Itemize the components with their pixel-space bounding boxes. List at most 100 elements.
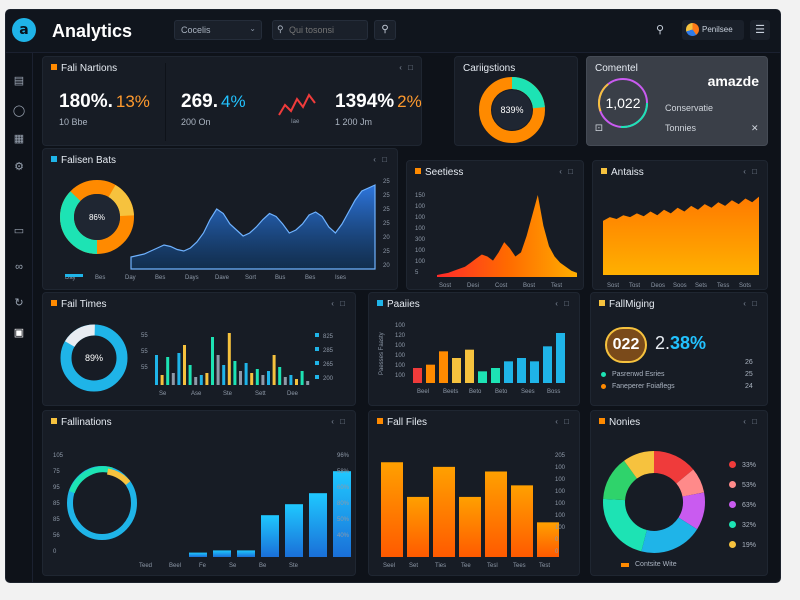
close-icon[interactable]: ✕ bbox=[751, 123, 759, 134]
wallet-icon[interactable]: ▤ bbox=[10, 72, 28, 90]
x-tick-label: Ste bbox=[223, 391, 233, 397]
bar bbox=[465, 349, 474, 383]
y-tick-label: 100 bbox=[415, 204, 426, 210]
paaiies-title: Paaiies bbox=[377, 299, 420, 310]
kpi-card: Fali Nartions ‹ □ 180%. 13% 10 Bbe 269. 4%… bbox=[42, 56, 422, 146]
legend-label: 32% bbox=[742, 522, 757, 529]
y-tick-label: 100 bbox=[415, 226, 426, 232]
card-controls[interactable]: ‹ □ bbox=[555, 417, 571, 426]
y-tick-label: 150 bbox=[415, 193, 426, 199]
kpi-title: Fali Nartions bbox=[51, 63, 117, 74]
legend-dot bbox=[729, 541, 736, 548]
legend-dot bbox=[729, 461, 736, 468]
x-tick-label: Days bbox=[185, 275, 199, 281]
fallmiging-right-label: 24 bbox=[745, 383, 753, 390]
profile-button[interactable]: Penilsee bbox=[682, 20, 744, 40]
kpi-sub-1: 10 Bbe bbox=[59, 117, 88, 127]
bar bbox=[216, 355, 220, 385]
card-controls[interactable]: ‹ □ bbox=[743, 299, 759, 308]
fall-files-chart: 20510010010010010010000Seel Set Ties Tee Tes… bbox=[381, 453, 566, 569]
legend-swatch bbox=[315, 361, 319, 365]
x-tick-label: Tee bbox=[461, 563, 471, 569]
card-controls[interactable]: ‹ □ bbox=[743, 167, 759, 176]
fallmiging-right-label: 26 bbox=[745, 359, 753, 366]
document-icon[interactable]: ▦ bbox=[10, 130, 28, 148]
y-tick-label: 100 bbox=[555, 525, 566, 531]
search-icon: ⚲ bbox=[277, 24, 284, 34]
card-controls[interactable]: ‹ □ bbox=[331, 417, 347, 426]
falsen-bats-title: Falisen Bats bbox=[51, 155, 116, 166]
search-button[interactable]: ⚲ bbox=[374, 20, 396, 40]
y-tick-label: 58% bbox=[337, 469, 350, 475]
x-tick-label: Sett bbox=[255, 391, 266, 397]
y-tick-label: 25 bbox=[383, 221, 390, 227]
nonies-card: Nonies ‹ □ 33% 53% 63% 32% 19% Contsite … bbox=[590, 410, 768, 576]
x-tick-label: Test bbox=[551, 283, 562, 289]
card-controls[interactable]: ‹ □ bbox=[331, 299, 347, 308]
global-search-icon[interactable]: ⚲ bbox=[656, 23, 664, 36]
kpi-delta: 2% bbox=[397, 92, 422, 111]
x-tick-label: Soos bbox=[673, 283, 687, 289]
pie-slice bbox=[641, 516, 698, 553]
y-tick-label: 25 bbox=[383, 193, 390, 199]
bar bbox=[255, 369, 259, 385]
card-controls[interactable]: ‹ □ bbox=[373, 155, 389, 164]
monitor-icon[interactable]: ▭ bbox=[10, 222, 28, 240]
x-tick-label: Sort bbox=[245, 275, 256, 281]
bar bbox=[183, 345, 186, 385]
legend-label: 19% bbox=[742, 542, 757, 549]
bar bbox=[244, 363, 248, 385]
seetiess-title-text: Seetiess bbox=[425, 167, 464, 178]
bar bbox=[433, 466, 455, 557]
card-controls[interactable]: ‹ □ bbox=[743, 417, 759, 426]
paaiies-card: Paaiies ‹ □ 100 120 100 100 100 100 Paesses Fa… bbox=[368, 292, 580, 406]
search-input[interactable] bbox=[289, 25, 359, 35]
legend-swatch bbox=[315, 375, 319, 379]
y-tick-label: 75 bbox=[53, 469, 60, 475]
fail-times-card: Fail Times ‹ □ 89% 55 55 55 Se Ase Ste Sett Dee… bbox=[42, 292, 356, 406]
nonies-pie bbox=[603, 450, 705, 553]
app-logo[interactable]: a bbox=[12, 18, 36, 42]
y-tick-label: 100 bbox=[395, 343, 406, 349]
y-tick-label: 100 bbox=[395, 363, 406, 369]
link-icon[interactable]: ∞ bbox=[10, 258, 28, 276]
y-tick-label: 205 bbox=[555, 453, 566, 459]
support-icon[interactable]: ◯ bbox=[10, 102, 28, 120]
legend-label: 825 bbox=[323, 334, 334, 340]
camera-icon[interactable]: ▣ bbox=[10, 324, 28, 342]
legend-label: 285 bbox=[323, 348, 334, 354]
y-tick-label: 95 bbox=[53, 485, 60, 491]
y-tick-label: 55 bbox=[141, 333, 148, 339]
settings-icon[interactable]: ⚙ bbox=[10, 158, 28, 176]
bar bbox=[160, 375, 164, 385]
card-controls[interactable]: ‹ □ bbox=[399, 63, 415, 72]
fall-files-title: Fall Files bbox=[377, 417, 427, 428]
card-controls[interactable]: ‹ □ bbox=[559, 167, 575, 176]
falsen-bats-chart: 86%Day Bes Day Bes Days Dave Sort Bus Bes Ises252… bbox=[60, 179, 390, 281]
refresh-icon[interactable]: ↻ bbox=[10, 294, 28, 312]
x-tick-label: Tesl bbox=[487, 563, 498, 569]
comments-left-icon[interactable]: ⚀ bbox=[595, 123, 603, 134]
x-tick-label: Tess bbox=[717, 283, 729, 289]
bar bbox=[283, 377, 287, 385]
bar bbox=[239, 371, 242, 385]
x-tick-label: Ises bbox=[335, 275, 346, 281]
card-controls[interactable]: ‹ □ bbox=[555, 299, 571, 308]
sparkline-label: Iae bbox=[291, 119, 300, 125]
legend-swatch bbox=[315, 333, 319, 337]
y-tick-label: 0 bbox=[53, 549, 57, 555]
y-tick-label: 40% bbox=[337, 533, 350, 539]
search-icon: ⚲ bbox=[381, 24, 389, 35]
bar bbox=[478, 371, 487, 383]
bar bbox=[199, 375, 203, 385]
bar bbox=[166, 357, 170, 385]
bar bbox=[227, 333, 231, 385]
menu-icon[interactable]: ☰ bbox=[750, 20, 770, 40]
fallmiging-right-label: 25 bbox=[745, 371, 753, 378]
x-tick-label: Be bbox=[259, 563, 267, 569]
x-tick-label: Sots bbox=[739, 283, 751, 289]
y-tick-label: 100 bbox=[415, 259, 426, 265]
search-box[interactable]: ⚲ bbox=[272, 20, 368, 40]
x-tick-label: Se bbox=[229, 563, 237, 569]
filter-dropdown[interactable]: Cocelis ⌄ bbox=[174, 20, 262, 40]
